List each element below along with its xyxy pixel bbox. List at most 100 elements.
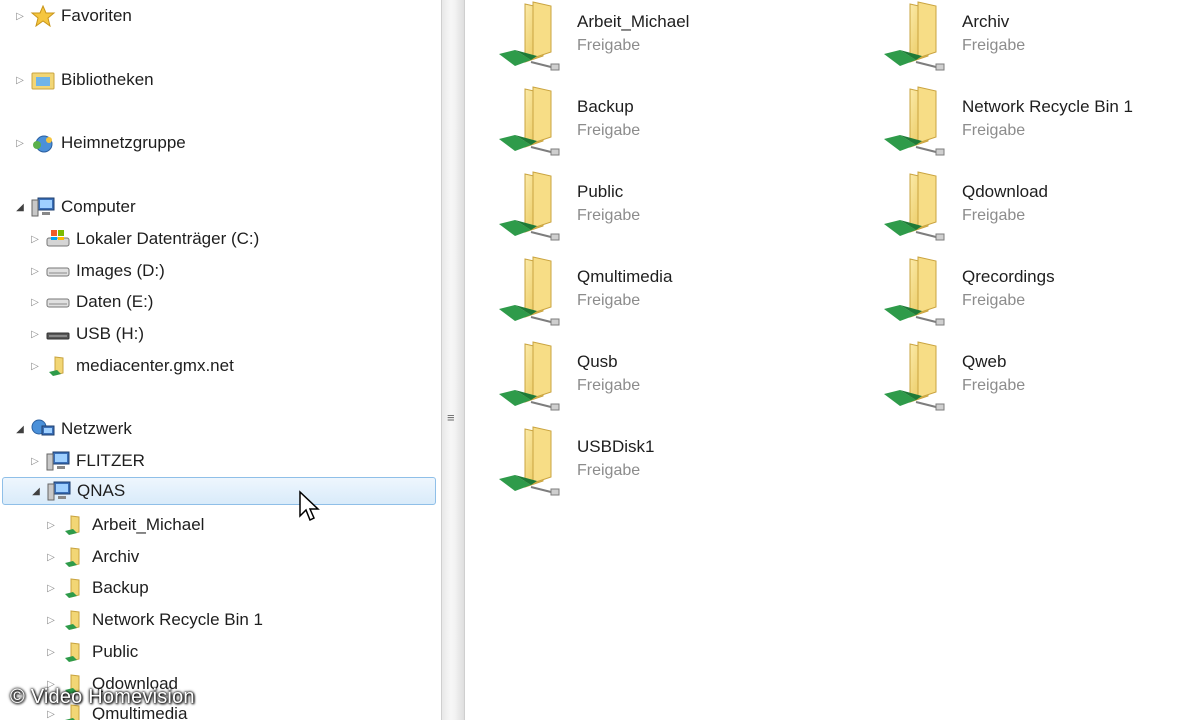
tree-item-label: Arbeit_Michael [92,515,205,534]
share-item[interactable]: Qdownload Freigabe [850,170,1200,250]
tree-item-flitzer[interactable]: ▷ FLITZER [29,447,145,475]
tree-item-label: mediacenter.gmx.net [76,356,234,375]
network-folder-icon [61,514,87,536]
expand-arrow-icon[interactable]: ▷ [45,709,57,720]
network-share-folder-icon [495,255,567,329]
network-folder-icon [61,577,87,599]
splitter-grip-icon[interactable]: ≡ [447,410,455,425]
tree-item-label: QNAS [77,481,126,500]
computer-icon [30,196,56,218]
tree-item-computer[interactable]: ◢ Computer [14,193,136,221]
network-share-folder-icon [495,340,567,414]
expand-arrow-icon[interactable]: ▷ [14,11,26,22]
share-name: USBDisk1 [577,437,655,456]
collapse-arrow-icon[interactable]: ◢ [14,202,26,213]
share-type: Freigabe [577,292,641,309]
share-type: Freigabe [577,377,641,394]
share-type: Freigabe [962,207,1026,224]
tree-item-label: Heimnetzgruppe [61,133,186,152]
expand-arrow-icon[interactable]: ▷ [14,138,26,149]
share-type: Freigabe [962,37,1026,54]
tree-item-network[interactable]: ◢ Netzwerk [14,415,132,443]
collapse-arrow-icon[interactable]: ◢ [14,424,26,435]
share-item[interactable]: Qweb Freigabe [850,340,1200,420]
expand-arrow-icon[interactable]: ▷ [45,552,57,563]
collapse-arrow-icon[interactable]: ◢ [30,486,42,497]
network-share-folder-icon [880,85,952,159]
network-share-folder-icon [495,425,567,499]
share-type: Freigabe [577,207,641,224]
share-item[interactable]: Backup Freigabe [465,85,825,165]
tree-item-label: Bibliotheken [61,70,154,89]
share-item[interactable]: Qmultimedia Freigabe [465,255,825,335]
expand-arrow-icon[interactable]: ▷ [45,615,57,626]
share-item[interactable]: Network Recycle Bin 1 Freigabe [850,85,1200,165]
expand-arrow-icon[interactable]: ▷ [29,329,41,340]
tree-item-label: Public [92,642,139,661]
star-icon [30,5,56,27]
share-type: Freigabe [962,292,1026,309]
share-type: Freigabe [962,122,1026,139]
tree-item-label: Daten (E:) [76,292,154,311]
share-name: Qdownload [962,182,1049,201]
share-type: Freigabe [577,462,641,479]
expand-arrow-icon[interactable]: ▷ [45,647,57,658]
share-item[interactable]: Archiv Freigabe [850,0,1200,80]
tree-item-drive-e[interactable]: ▷ Daten (E:) [29,288,153,316]
network-share-folder-icon [880,340,952,414]
expand-arrow-icon[interactable]: ▷ [29,297,41,308]
tree-item-drive-c[interactable]: ▷ Lokaler Datenträger (C:) [29,225,259,253]
network-icon [30,418,56,440]
expand-arrow-icon[interactable]: ▷ [29,266,41,277]
homegroup-icon [30,132,56,154]
tree-item-label: Lokaler Datenträger (C:) [76,229,260,248]
library-icon [30,69,56,91]
tree-item-qnas[interactable]: ◢ QNAS [2,477,436,505]
share-item[interactable]: USBDisk1 Freigabe [465,425,825,505]
tree-item-favorites[interactable]: ▷ Favoriten [14,2,132,30]
expand-arrow-icon[interactable]: ▷ [29,456,41,467]
share-type: Freigabe [577,37,641,54]
tree-item-mediacenter[interactable]: ▷ mediacenter.gmx.net [29,352,234,380]
tree-item-share[interactable]: ▷ Network Recycle Bin 1 [45,606,263,634]
tree-item-label: Backup [92,578,149,597]
expand-arrow-icon[interactable]: ▷ [45,520,57,531]
network-share-folder-icon [495,85,567,159]
tree-item-label: USB (H:) [76,324,144,343]
pane-splitter[interactable] [441,0,465,720]
expand-arrow-icon[interactable]: ▷ [14,75,26,86]
tree-item-share[interactable]: ▷ Backup [45,574,149,602]
network-share-folder-icon [495,170,567,244]
share-name: Public [577,182,624,201]
tree-item-share[interactable]: ▷ Public [45,638,138,666]
tree-item-homegroup[interactable]: ▷ Heimnetzgruppe [14,129,186,157]
watermark: © Video Homevision [10,686,195,708]
tree-item-label: Netzwerk [61,419,132,438]
share-name: Qmultimedia [577,267,673,286]
tree-item-label: FLITZER [76,451,145,470]
share-type: Freigabe [577,122,641,139]
share-name: Network Recycle Bin 1 [962,97,1134,116]
tree-item-libraries[interactable]: ▷ Bibliotheken [14,66,154,94]
tree-item-label: Favoriten [61,6,132,25]
share-item[interactable]: Qusb Freigabe [465,340,825,420]
tree-item-label: Computer [61,197,136,216]
computer-icon [46,480,72,502]
tree-item-drive-h[interactable]: ▷ USB (H:) [29,320,144,348]
share-item[interactable]: Public Freigabe [465,170,825,250]
system-drive-icon [45,228,71,250]
expand-arrow-icon[interactable]: ▷ [45,583,57,594]
tree-item-share[interactable]: ▷ Archiv [45,543,139,571]
share-item[interactable]: Qrecordings Freigabe [850,255,1200,335]
tree-item-drive-d[interactable]: ▷ Images (D:) [29,257,165,285]
network-folder-icon [61,641,87,663]
share-type: Freigabe [962,377,1026,394]
tree-item-share[interactable]: ▷ Arbeit_Michael [45,511,204,539]
expand-arrow-icon[interactable]: ▷ [29,234,41,245]
share-name: Qrecordings [962,267,1055,286]
share-name: Backup [577,97,634,116]
expand-arrow-icon[interactable]: ▷ [29,361,41,372]
hard-drive-icon [45,291,71,313]
network-share-folder-icon [495,0,567,74]
share-item[interactable]: Arbeit_Michael Freigabe [465,0,825,80]
